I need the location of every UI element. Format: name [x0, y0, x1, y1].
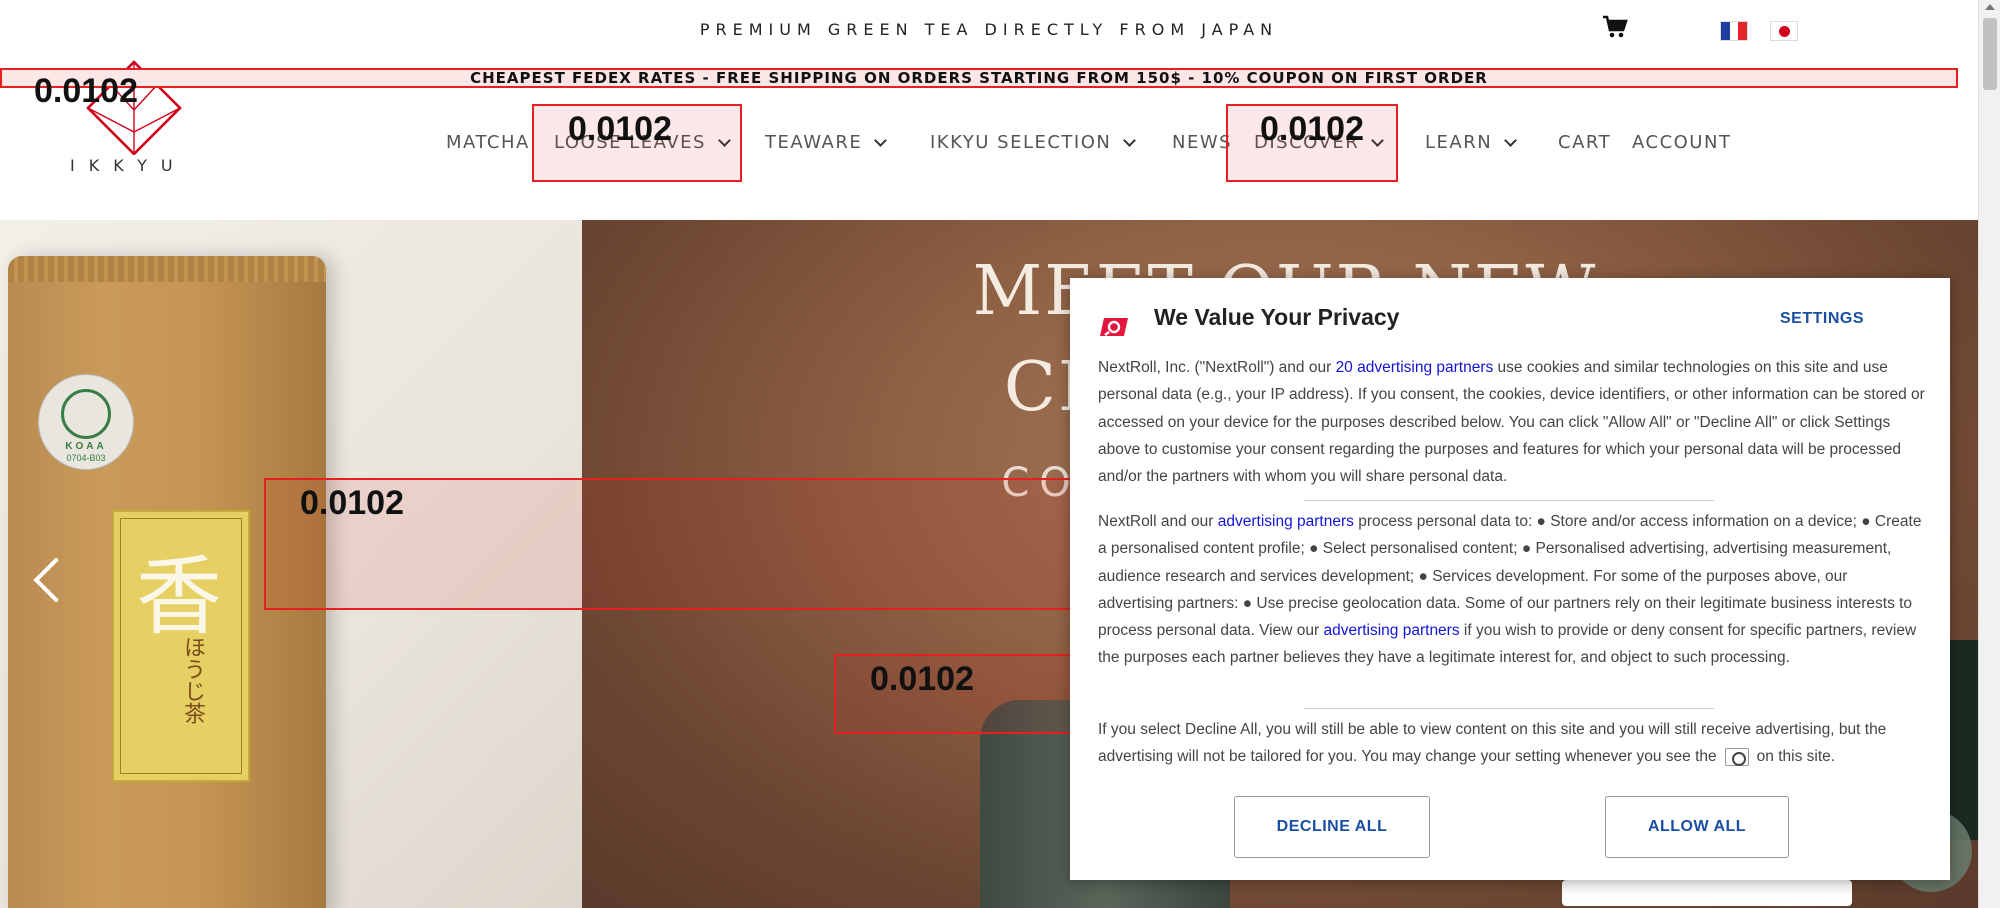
annotation-label: 0.0102 — [300, 484, 404, 522]
nav-item-account[interactable]: ACCOUNT — [1632, 132, 1731, 153]
decline-all-button[interactable]: DECLINE ALL — [1234, 796, 1430, 858]
seal-code: 0704-B03 — [66, 453, 106, 463]
p2-text-b: process personal data to: ● Store and/or… — [1098, 513, 1922, 640]
annotation-label: 0.0102 — [1260, 110, 1364, 148]
page-scrollbar[interactable] — [1978, 0, 2000, 908]
nav-label: TEAWARE — [765, 132, 863, 153]
jas-organic-seal: KOAA 0704-B03 — [38, 374, 134, 470]
promo-banner: CHEAPEST FEDEX RATES - FREE SHIPPING ON … — [0, 68, 1958, 88]
p2-text-a: NextRoll and our — [1098, 513, 1218, 530]
divider — [1304, 500, 1714, 501]
p1-text-b: use cookies and similar technologies on … — [1098, 359, 1925, 486]
nav-item-news[interactable]: NEWS — [1172, 132, 1232, 153]
label-subtitle: ほうじ茶 — [180, 636, 205, 724]
nav-label: CART — [1558, 132, 1612, 153]
advertising-partners-link[interactable]: advertising partners — [1218, 513, 1354, 530]
chevron-down-icon — [1504, 133, 1518, 147]
divider — [1304, 708, 1714, 709]
advertising-partners-link[interactable]: 20 advertising partners — [1336, 359, 1494, 376]
p3-text-b: on this site. — [1756, 748, 1836, 766]
hero-cta-strip[interactable] — [1562, 880, 1852, 906]
top-bar: PREMIUM GREEN TEA DIRECTLY FROM JAPAN — [0, 0, 1978, 62]
nav-item-ikkyu-selection[interactable]: IKKYU SELECTION — [930, 132, 1137, 153]
chevron-down-icon — [1123, 133, 1137, 147]
annotation-label: 0.0102 — [870, 660, 974, 698]
scrollbar-thumb[interactable] — [1983, 18, 1997, 90]
consent-settings-icon[interactable] — [1724, 748, 1749, 767]
privacy-title: We Value Your Privacy — [1154, 304, 1400, 330]
seal-text: KOAA — [65, 441, 107, 452]
nav-label: MATCHA — [446, 132, 530, 153]
label-kanji: 香 — [136, 547, 222, 647]
logo-wordmark[interactable]: IKKYU — [70, 156, 187, 175]
flag-japan-icon[interactable] — [1770, 21, 1798, 41]
nav-label: LEARN — [1425, 132, 1493, 153]
nav-label: NEWS — [1172, 132, 1233, 153]
nextroll-logo-icon — [1100, 318, 1128, 336]
annotation-label: 0.0102 — [568, 110, 672, 148]
nav-item-matcha[interactable]: MATCHA — [446, 132, 530, 153]
chevron-down-icon — [874, 133, 888, 147]
consent-paragraph-1: NextRoll, Inc. ("NextRoll") and our 20 a… — [1098, 354, 1926, 490]
scroll-up-arrow-icon[interactable] — [1985, 4, 1995, 10]
nav-item-learn[interactable]: LEARN — [1425, 132, 1518, 153]
nav-item-cart[interactable]: CART — [1558, 132, 1611, 153]
consent-paragraph-2: NextRoll and our advertising partners pr… — [1098, 508, 1926, 672]
privacy-consent-dialog: We Value Your Privacy SETTINGS NextRoll,… — [1070, 278, 1950, 880]
flag-france-icon[interactable] — [1720, 21, 1748, 41]
annotation-label: 0.0102 — [34, 72, 138, 110]
seal-ring — [61, 389, 111, 439]
nav-item-teaware[interactable]: TEAWARE — [765, 132, 888, 153]
consent-paragraph-3: If you select Decline All, you will stil… — [1098, 716, 1926, 771]
shopping-cart-icon[interactable] — [1602, 14, 1628, 40]
nav-label: ACCOUNT — [1632, 132, 1732, 153]
nav-label: IKKYU SELECTION — [930, 132, 1112, 153]
tea-bag-label: 香 ほうじ茶 — [112, 510, 250, 782]
p1-text-a: NextRoll, Inc. ("NextRoll") and our — [1098, 359, 1336, 376]
tagline: PREMIUM GREEN TEA DIRECTLY FROM JAPAN — [699, 20, 1279, 39]
allow-all-button[interactable]: ALLOW ALL — [1605, 796, 1789, 858]
settings-button[interactable]: SETTINGS — [1780, 310, 1864, 328]
advertising-partners-link[interactable]: advertising partners — [1323, 622, 1459, 639]
